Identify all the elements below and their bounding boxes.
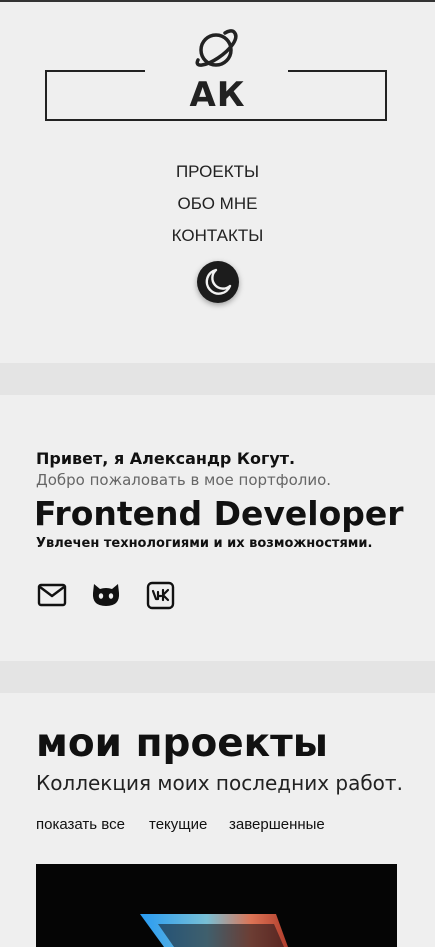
site-header: АК ПРОЕКТЫ ОБО МНЕ КОНТАКТЫ — [0, 0, 435, 363]
mail-icon — [37, 583, 67, 607]
filter-all[interactable]: показать все — [36, 815, 125, 835]
nav-item-contacts[interactable]: КОНТАКТЫ — [0, 222, 435, 254]
section-divider — [0, 363, 435, 395]
welcome-text: Добро пожаловать в мое портфолио. — [36, 471, 332, 489]
project-preview-image — [140, 914, 288, 947]
filter-current[interactable]: текущие — [149, 815, 207, 835]
github-icon — [92, 584, 120, 606]
filter-completed[interactable]: завершенные — [229, 815, 325, 835]
nav-item-about[interactable]: ОБО МНЕ — [0, 190, 435, 222]
social-links — [36, 579, 196, 611]
vk-icon — [146, 581, 175, 610]
vk-link[interactable] — [145, 579, 177, 611]
mail-link[interactable] — [36, 579, 68, 611]
greeting-text: Привет, я Александр Когут. — [36, 449, 296, 468]
project-card-image[interactable] — [36, 864, 397, 947]
role-title: Frontend Developer — [34, 494, 404, 533]
moon-icon — [205, 268, 232, 295]
theme-toggle-button[interactable] — [197, 261, 239, 303]
logo-text: АК — [189, 75, 246, 115]
github-link[interactable] — [90, 579, 122, 611]
section-divider — [0, 661, 435, 693]
planet-icon — [195, 29, 238, 67]
projects-title: мои проекты — [36, 721, 329, 766]
tagline-text: Увлечен технологиями и их возможностями. — [36, 536, 373, 551]
nav-item-projects[interactable]: ПРОЕКТЫ — [0, 158, 435, 190]
projects-subtitle: Коллекция моих последних работ. — [36, 771, 403, 795]
main-nav: ПРОЕКТЫ ОБО МНЕ КОНТАКТЫ — [0, 158, 435, 254]
